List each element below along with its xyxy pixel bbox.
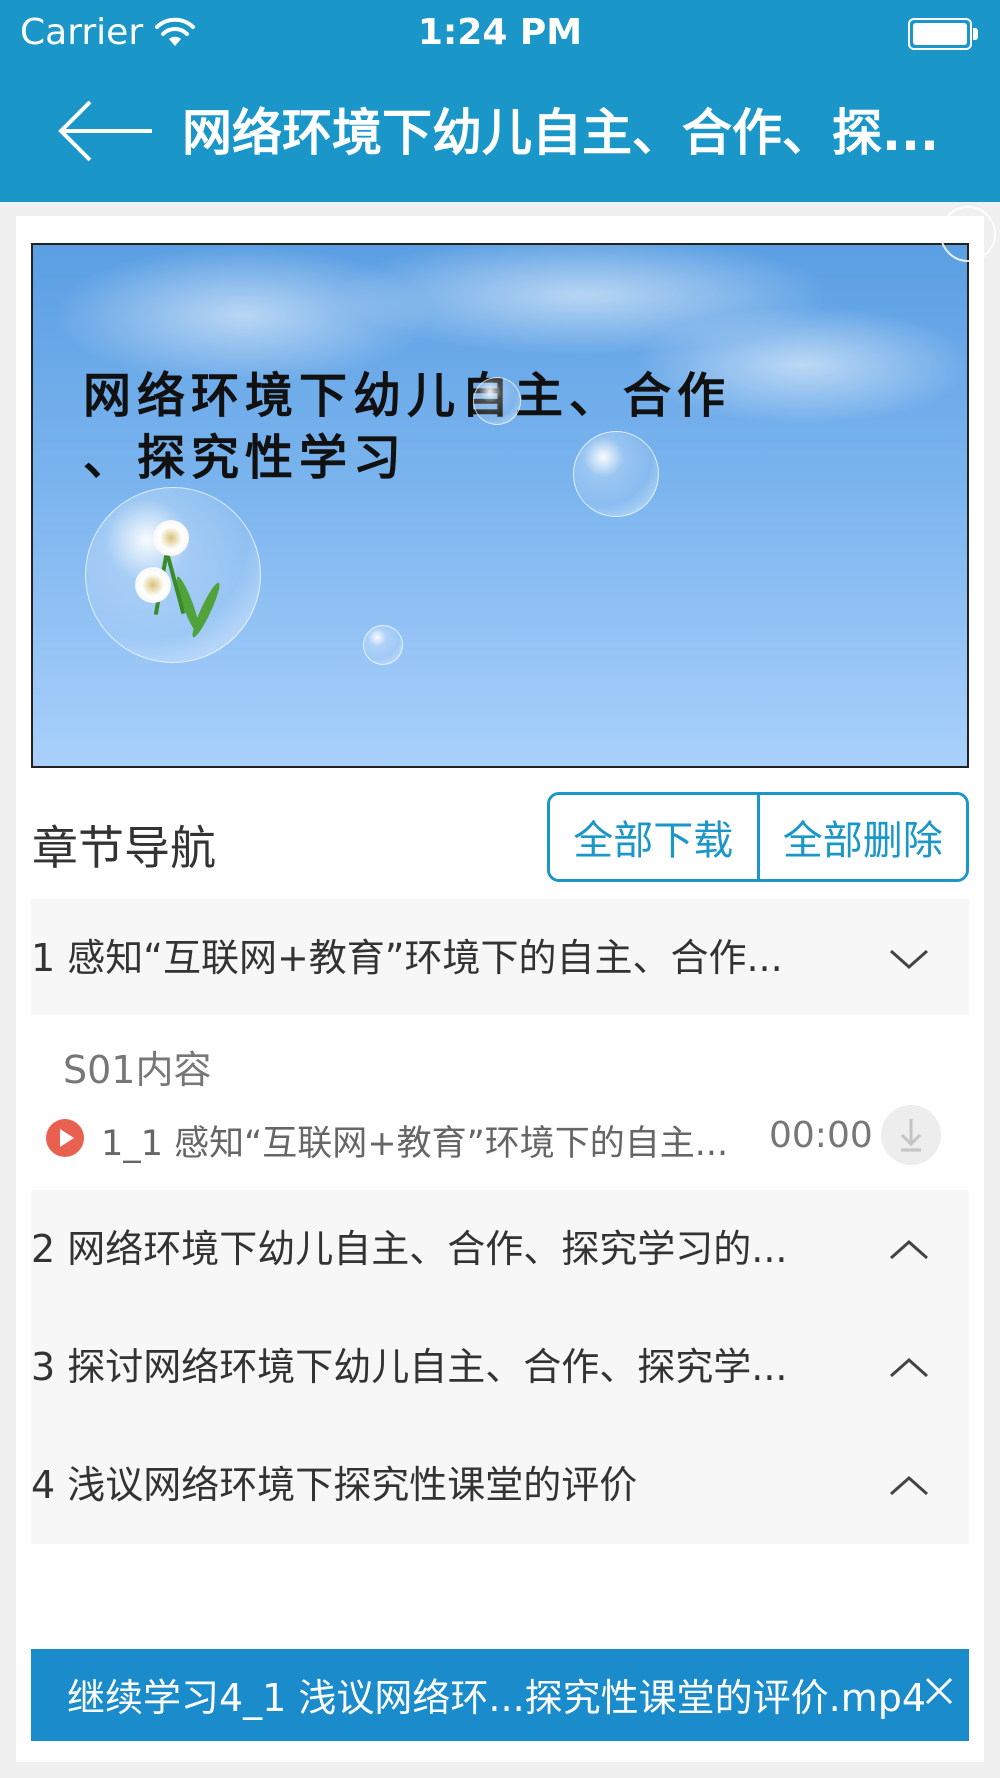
chevron-up-icon[interactable] (887, 1346, 931, 1390)
chapter-label: 2 网络环境下幼儿自主、合作、探究学习的... (31, 1227, 788, 1271)
app-header: Carrier 1:24 PM 网络环境下幼儿自主、合作、探... (0, 0, 1000, 202)
chevron-down-icon[interactable] (887, 937, 931, 981)
continue-learning-bar[interactable]: 继续学习4_1 浅议网络环...探究性课堂的评价.mp4 (31, 1649, 969, 1741)
chapter-nav-title: 章节导航 (32, 821, 216, 875)
status-time: 1:24 PM (417, 12, 583, 53)
chapter-label: 3 探讨网络环境下幼儿自主、合作、探究学... (31, 1345, 788, 1389)
close-icon[interactable] (919, 1671, 959, 1711)
chapter-row-1[interactable]: 1 感知“互联网+教育”环境下的自主、合作... (31, 899, 969, 1017)
download-icon[interactable] (881, 1105, 941, 1165)
continue-learning-label: 继续学习4_1 浅议网络环...探究性课堂的评价.mp4 (67, 1676, 927, 1720)
lesson-row[interactable]: 1_1 感知“互联网+教育”环境下的自主... 00:00 (31, 1105, 969, 1175)
chapter-row-2[interactable]: 2 网络环境下幼儿自主、合作、探究学习的... (31, 1190, 969, 1308)
cover-title-line-2: 、探究性学习 (83, 430, 408, 486)
play-icon[interactable] (46, 1119, 84, 1157)
course-card: 网络环境下幼儿自主、合作 、探究性学习 章节导航 全部下载 全部删除 1 感知“… (16, 216, 984, 1762)
section-label: S01内容 (63, 1048, 212, 1092)
dandelion-flower (135, 567, 171, 603)
bubble-medium (573, 431, 659, 517)
chevron-up-icon[interactable] (887, 1228, 931, 1272)
floating-assistive-button[interactable] (940, 206, 996, 262)
chapter-row-3[interactable]: 3 探讨网络环境下幼儿自主、合作、探究学... (31, 1308, 969, 1426)
chapter-label: 4 浅议网络环境下探究性课堂的评价 (31, 1463, 638, 1507)
battery-icon (908, 18, 978, 50)
bubble-small (473, 377, 521, 425)
page-title: 网络环境下幼儿自主、合作、探... (182, 104, 939, 162)
bubble-tiny (363, 625, 403, 665)
batch-action-group: 全部下载 全部删除 (547, 792, 969, 882)
chevron-up-icon[interactable] (887, 1464, 931, 1508)
chapter-label: 1 感知“互联网+教育”环境下的自主、合作... (31, 936, 783, 980)
status-bar: Carrier 1:24 PM (0, 0, 1000, 70)
lesson-duration: 00:00 (769, 1115, 873, 1156)
dandelion-flower (153, 520, 189, 556)
delete-all-button[interactable]: 全部删除 (759, 795, 966, 879)
chapter-row-4[interactable]: 4 浅议网络环境下探究性课堂的评价 (31, 1426, 969, 1544)
back-arrow-icon[interactable] (56, 96, 156, 166)
chapter-1-content: S01内容 1_1 感知“互联网+教育”环境下的自主... 00:00 (31, 1015, 969, 1190)
download-all-button[interactable]: 全部下载 (550, 795, 757, 879)
course-cover-image: 网络环境下幼儿自主、合作 、探究性学习 (31, 243, 969, 768)
lesson-label: 1_1 感知“互联网+教育”环境下的自主... (101, 1124, 729, 1164)
